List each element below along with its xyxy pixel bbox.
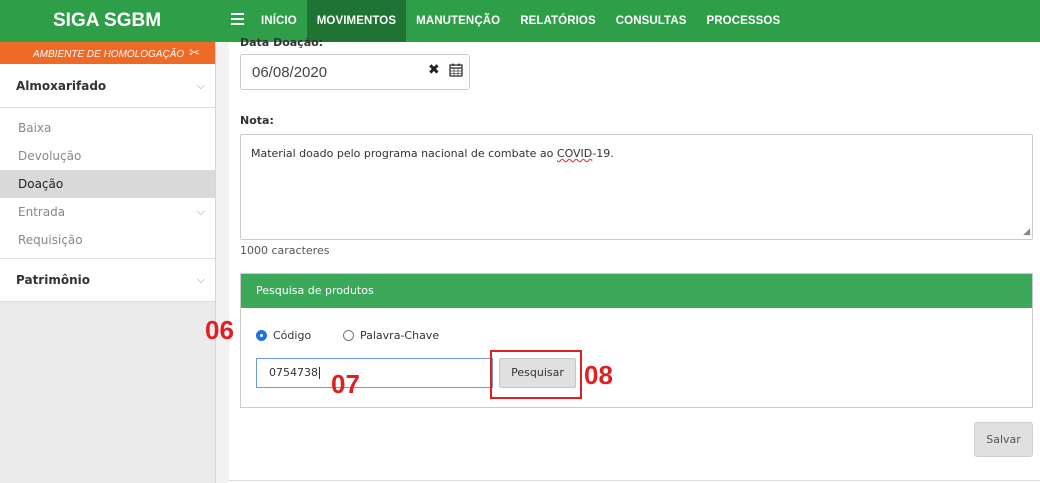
sidebar-item-doacao[interactable]: Doação [0, 170, 215, 198]
annotation-07: 07 [331, 369, 360, 399]
annotation-08: 08 [584, 360, 613, 390]
sidebar-group-patrimonio[interactable]: Patrimônio ⌵ [0, 258, 215, 302]
environment-label: AMBIENTE DE HOMOLOGAÇÃO [33, 49, 185, 60]
note-textarea[interactable]: Material doado pelo programa nacional de… [240, 134, 1033, 240]
sidebar-submenu: Baixa Devolução Doação Entrada ⌵ Requisi… [0, 108, 215, 258]
nav-item-manutencao[interactable]: MANUTENÇÃO [406, 0, 510, 42]
char-counter: 1000 caracteres [240, 244, 330, 257]
top-navbar: SIGA SGBM INÍCIO MOVIMENTOS MANUTENÇÃO R… [0, 0, 1040, 42]
tools-icon: ✂ [189, 45, 201, 60]
nav-item-relatorios[interactable]: RELATÓRIOS [510, 0, 606, 42]
sidebar-item-devolucao[interactable]: Devolução [0, 142, 215, 170]
date-value[interactable]: 06/08/2020 [252, 64, 327, 81]
search-input-value: 0754738 [269, 366, 318, 379]
sidebar-group-label: Patrimônio [16, 273, 90, 287]
sidebar-item-baixa[interactable]: Baixa [0, 114, 215, 142]
chevron-down-icon: ⌵ [196, 205, 205, 218]
menu-icon[interactable] [231, 13, 244, 25]
panel-title: Pesquisa de produtos [241, 274, 1032, 308]
date-label: Data Doação: [240, 36, 324, 49]
sidebar-item-requisicao[interactable]: Requisição [0, 226, 215, 254]
radio-codigo[interactable]: Código [256, 329, 311, 342]
note-label: Nota: [240, 114, 274, 127]
sidebar-item-label: Entrada [18, 205, 66, 219]
main-content: Data Doação: 06/08/2020 ✖ Nota: Material… [229, 36, 1040, 483]
note-flagged-word: COVID [556, 147, 593, 160]
sidebar: AMBIENTE DE HOMOLOGAÇÃO ✂ Almoxarifado ⌵ … [0, 42, 216, 483]
radio-unselected-icon[interactable] [343, 330, 354, 341]
app-brand[interactable]: SIGA SGBM [0, 0, 216, 42]
radio-label: Palavra-Chave [360, 329, 440, 342]
note-text: Material doado pelo programa nacional de… [251, 147, 557, 160]
sidebar-group-label: Almoxarifado [16, 79, 107, 93]
resize-handle-icon[interactable]: ◢ [1023, 227, 1030, 237]
radio-label: Código [273, 329, 312, 342]
clear-icon[interactable]: ✖ [428, 62, 440, 78]
nav-item-processos[interactable]: PROCESSOS [697, 0, 791, 42]
calendar-icon[interactable] [449, 63, 463, 77]
product-search-input[interactable]: 0754738 [256, 358, 493, 388]
save-button[interactable]: Salvar [974, 422, 1033, 457]
divider [229, 480, 1040, 481]
main-nav: INÍCIO MOVIMENTOS MANUTENÇÃO RELATÓRIOS … [251, 0, 790, 42]
annotation-06: 06 [205, 315, 234, 345]
chevron-down-icon: ⌵ [196, 79, 205, 92]
annotation-highlight-box [490, 350, 582, 399]
environment-banner: AMBIENTE DE HOMOLOGAÇÃO ✂ [0, 42, 215, 64]
radio-selected-icon[interactable] [256, 330, 267, 341]
radio-palavra-chave[interactable]: Palavra-Chave [343, 329, 439, 342]
note-text-end: -19. [592, 147, 614, 160]
chevron-down-icon: ⌵ [196, 273, 205, 286]
sidebar-item-entrada[interactable]: Entrada ⌵ [0, 198, 215, 226]
date-field[interactable]: 06/08/2020 ✖ [240, 54, 470, 90]
sidebar-group-almoxarifado[interactable]: Almoxarifado ⌵ [0, 64, 215, 108]
nav-item-consultas[interactable]: CONSULTAS [606, 0, 697, 42]
